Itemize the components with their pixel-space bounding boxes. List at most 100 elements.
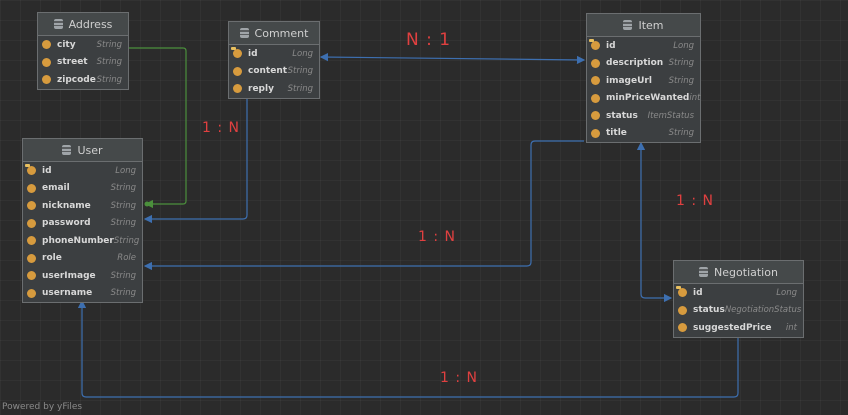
field-name: nickname [42,200,91,211]
field-icon [27,271,36,281]
field-row[interactable]: content String [229,63,319,81]
field-type: String [113,235,140,246]
edge-item-user [143,140,584,271]
field-name: username [42,288,93,299]
edge-comment-user [143,98,248,224]
field-type: ItemStatus [647,110,694,121]
primary-key-icon [25,164,36,176]
field-name: imageUrl [606,75,652,86]
field-row[interactable]: nickname String [23,197,142,215]
field-icon [591,58,600,68]
field-row[interactable]: email String [23,180,142,198]
field-name: status [693,305,725,316]
field-icon [591,111,600,121]
field-list: id Long status NegotiationStatus suggestedPr… [674,284,803,337]
field-row[interactable]: id Long [587,37,700,55]
field-name: userImage [42,270,96,281]
field-row[interactable]: street String [38,54,128,72]
field-icon [42,57,51,67]
field-icon [591,93,600,103]
field-row[interactable]: id Long [229,45,319,63]
field-type: String [96,39,122,50]
field-type: String [668,58,694,69]
field-type: Long [673,40,694,51]
field-icon [42,75,51,85]
field-row[interactable]: status NegotiationStatus [674,302,803,320]
edge-negotiation-user [77,299,739,398]
field-row[interactable]: password String [23,215,142,233]
field-icon [42,40,51,50]
field-list: id Long description String imageUrl String min… [587,37,700,142]
field-name: status [606,110,638,121]
field-row[interactable]: imageUrl String [587,72,700,90]
field-row[interactable]: minPriceWanted int [587,90,700,108]
field-type: String [668,75,694,86]
field-type: NegotiationStatus [724,305,802,316]
field-type: String [110,218,136,229]
field-icon [27,253,36,263]
table-icon [62,145,72,155]
field-row[interactable]: username String [23,285,142,303]
entity-title: Address [68,17,113,31]
entity-header: Comment [229,22,319,45]
field-name: city [57,39,76,50]
field-name: suggestedPrice [693,322,772,333]
cardinality-comment-item: N : 1 [406,30,452,50]
entity-negotiation[interactable]: Negotiation id Long status NegotiationStatu… [673,260,804,338]
entity-item[interactable]: Item id Long description String imageUrl Stri… [586,13,701,143]
field-icon [27,288,36,298]
field-list: id Long email String nickname String password S… [23,162,142,302]
field-type: String [110,288,136,299]
field-row[interactable]: status ItemStatus [587,107,700,125]
field-row[interactable]: suggestedPrice int [674,319,803,337]
field-name: title [606,128,627,139]
field-type: String [110,183,136,194]
cardinality-comment-user: 1 : N [202,120,240,136]
field-row[interactable]: city String [38,36,128,54]
field-row[interactable]: zipcode String [38,71,128,89]
field-row[interactable]: role Role [23,250,142,268]
field-icon [591,76,600,86]
field-name: id [248,48,258,59]
primary-key-icon [676,286,687,298]
field-icon [233,84,242,94]
field-row[interactable]: id Long [23,162,142,180]
footer-credit: Powered by yFiles [2,402,83,412]
entity-header: Negotiation [674,261,803,284]
field-name: description [606,58,664,69]
field-icon [27,236,36,246]
field-type: int [689,93,701,104]
entity-address[interactable]: Address city String street String zipcode Str… [37,12,129,90]
table-icon [53,19,63,29]
field-type: String [96,57,122,68]
field-name: email [42,183,70,194]
field-row[interactable]: description String [587,55,700,73]
field-name: street [57,57,88,68]
field-name: id [42,165,52,176]
field-name: reply [248,83,274,94]
field-icon [591,128,600,138]
field-row[interactable]: title String [587,125,700,143]
field-row[interactable]: phoneNumber String [23,232,142,250]
primary-key-icon [589,39,600,51]
field-name: id [693,287,703,298]
entity-user[interactable]: User id Long email String nickname String pass… [22,138,143,303]
field-row[interactable]: reply String [229,80,319,98]
field-row[interactable]: userImage String [23,267,142,285]
table-icon [623,20,633,30]
field-icon [678,305,687,315]
field-name: content [248,66,288,77]
field-row[interactable]: id Long [674,284,803,302]
entity-title: Item [638,18,664,32]
cardinality-item-user: 1 : N [418,229,456,245]
entity-comment[interactable]: Comment id Long content String reply String [228,21,320,99]
edge-comment-item [319,52,586,65]
field-list: city String street String zipcode String [38,36,128,89]
field-type: String [668,128,694,139]
cardinality-item-negotiation: 1 : N [676,193,714,209]
field-type: Long [292,48,313,59]
field-type: int [785,322,797,333]
field-type: Long [115,165,136,176]
field-icon [678,323,687,333]
field-name: role [42,253,62,264]
